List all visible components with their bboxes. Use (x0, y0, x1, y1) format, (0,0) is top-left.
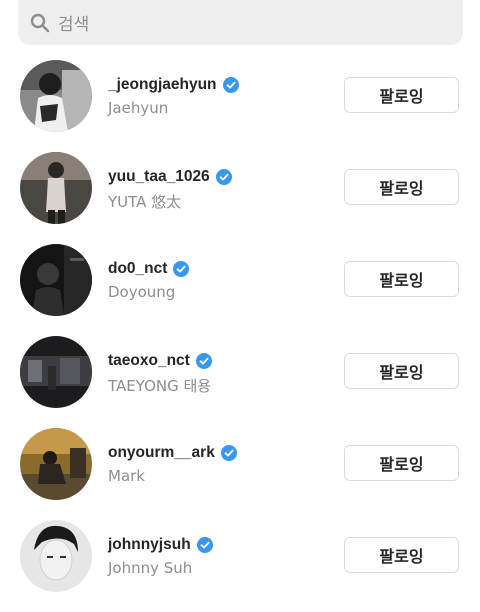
verified-badge-icon (173, 261, 190, 277)
avatar[interactable] (20, 60, 92, 132)
username[interactable]: _jeongjaehyun (108, 76, 239, 94)
following-button[interactable]: 팔로잉 (344, 169, 459, 205)
verified-badge-icon (220, 445, 237, 461)
search-icon (30, 13, 50, 33)
avatar[interactable] (20, 336, 92, 408)
account-row[interactable]: johnnyjsuh Johnny Suh 팔로잉 (0, 520, 480, 612)
username[interactable]: onyourm__ark (108, 444, 237, 462)
avatar[interactable] (20, 152, 92, 224)
verified-badge-icon (222, 77, 239, 93)
following-button[interactable]: 팔로잉 (344, 353, 459, 389)
username[interactable]: yuu_taa_1026 (108, 168, 232, 186)
account-row[interactable]: onyourm__ark Mark 팔로잉 (0, 428, 480, 520)
full-name: TAEYONG 태용 (108, 377, 212, 395)
username[interactable]: johnnyjsuh (108, 536, 213, 554)
username-text[interactable]: johnnyjsuh (108, 536, 191, 554)
following-button[interactable]: 팔로잉 (344, 77, 459, 113)
avatar[interactable] (20, 244, 92, 316)
account-row[interactable]: yuu_taa_1026 YUTA 悠太 팔로잉 (0, 152, 480, 244)
following-button[interactable]: 팔로잉 (344, 261, 459, 297)
full-name: Doyoung (108, 283, 176, 301)
following-button[interactable]: 팔로잉 (344, 537, 459, 573)
username[interactable]: taeoxo_nct (108, 352, 212, 370)
full-name: Jaehyun (108, 99, 169, 117)
username[interactable]: do0_nct (108, 260, 190, 278)
account-row[interactable]: do0_nct Doyoung 팔로잉 (0, 244, 480, 336)
search-input[interactable]: 검색 (58, 10, 89, 35)
account-row[interactable]: taeoxo_nct TAEYONG 태용 팔로잉 (0, 336, 480, 428)
verified-badge-icon (195, 353, 212, 369)
username-text[interactable]: do0_nct (108, 260, 167, 278)
username-text[interactable]: _jeongjaehyun (108, 76, 217, 94)
search-bar[interactable]: 검색 (18, 0, 463, 45)
username-text[interactable]: onyourm__ark (108, 444, 215, 462)
account-row[interactable]: _jeongjaehyun Jaehyun 팔로잉 (0, 60, 480, 152)
full-name: Mark (108, 467, 145, 485)
avatar[interactable] (20, 428, 92, 500)
full-name: YUTA 悠太 (108, 193, 182, 211)
verified-badge-icon (196, 537, 213, 553)
verified-badge-icon (215, 169, 232, 185)
avatar[interactable] (20, 520, 92, 592)
following-button[interactable]: 팔로잉 (344, 445, 459, 481)
full-name: Johnny Suh (108, 559, 193, 577)
username-text[interactable]: taeoxo_nct (108, 352, 190, 370)
username-text[interactable]: yuu_taa_1026 (108, 168, 210, 186)
